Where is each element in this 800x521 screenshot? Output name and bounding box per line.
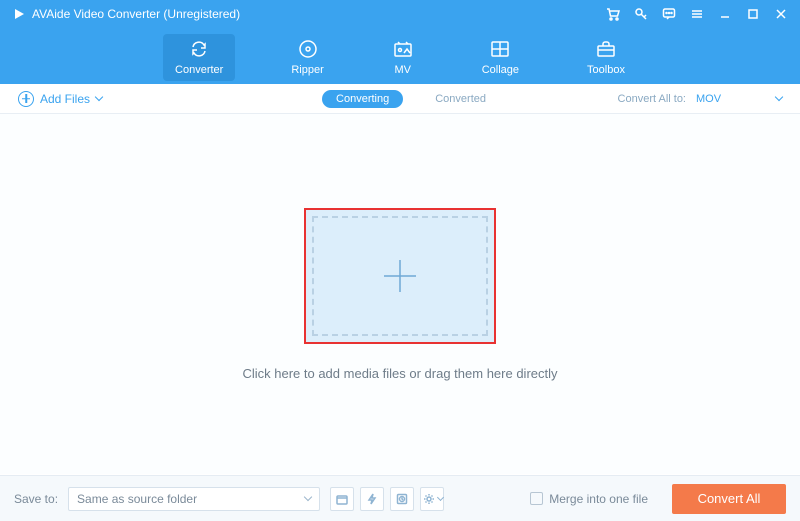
output-format-select[interactable]: MOV	[696, 93, 782, 105]
close-icon[interactable]	[774, 7, 788, 21]
tab-label: Converter	[175, 64, 223, 76]
status-filter: Converting Converted	[322, 90, 500, 108]
tab-mv[interactable]: MV	[380, 34, 426, 81]
minimize-icon[interactable]	[718, 7, 732, 21]
main-tabs: Converter Ripper MV Collage Toolbox	[0, 28, 800, 84]
task-schedule-button[interactable]	[390, 487, 414, 511]
plus-icon	[306, 210, 494, 342]
drop-area: Click here to add media files or drag th…	[0, 114, 800, 474]
chevron-down-icon	[775, 93, 783, 101]
maximize-icon[interactable]	[746, 7, 760, 21]
add-media-dropzone[interactable]	[304, 208, 496, 344]
tab-label: MV	[394, 64, 411, 76]
tab-label: Collage	[482, 64, 519, 76]
tab-converter[interactable]: Converter	[163, 34, 235, 81]
settings-button[interactable]	[420, 487, 444, 511]
tab-label: Ripper	[291, 64, 323, 76]
tab-toolbox[interactable]: Toolbox	[575, 34, 637, 81]
merge-checkbox[interactable]: Merge into one file	[530, 492, 648, 506]
chevron-down-icon	[436, 493, 443, 500]
convert-all-to: Convert All to: MOV	[618, 93, 782, 105]
toolbox-icon	[595, 38, 617, 60]
tab-collage[interactable]: Collage	[470, 34, 531, 81]
tab-ripper[interactable]: Ripper	[279, 34, 335, 81]
checkbox-icon	[530, 492, 543, 505]
open-folder-button[interactable]	[330, 487, 354, 511]
save-to-select[interactable]: Same as source folder	[68, 487, 320, 511]
menu-icon[interactable]	[690, 7, 704, 21]
bottom-bar: Save to: Same as source folder Merge int…	[0, 475, 800, 521]
key-icon[interactable]	[634, 7, 648, 21]
chevron-down-icon	[95, 93, 103, 101]
add-files-button[interactable]: Add Files	[18, 91, 102, 107]
play-logo-icon	[12, 7, 26, 21]
add-files-label: Add Files	[40, 92, 90, 106]
cart-icon[interactable]	[606, 7, 620, 21]
drop-instruction: Click here to add media files or drag th…	[242, 366, 557, 381]
mv-icon	[392, 38, 414, 60]
app-title: AVAide Video Converter (Unregistered)	[32, 7, 240, 21]
plus-circle-icon	[18, 91, 34, 107]
convert-all-button[interactable]: Convert All	[672, 484, 786, 514]
app-logo: AVAide Video Converter (Unregistered)	[12, 7, 240, 21]
chevron-down-icon	[304, 493, 312, 501]
filter-converted[interactable]: Converted	[421, 90, 500, 108]
titlebar-controls	[606, 7, 788, 21]
ripper-icon	[297, 38, 319, 60]
merge-label: Merge into one file	[549, 492, 648, 506]
collage-icon	[489, 38, 511, 60]
convert-all-to-label: Convert All to:	[618, 93, 686, 105]
save-to-label: Save to:	[14, 492, 58, 506]
tab-label: Toolbox	[587, 64, 625, 76]
filter-converting[interactable]: Converting	[322, 90, 403, 108]
titlebar: AVAide Video Converter (Unregistered)	[0, 0, 800, 28]
hardware-accel-button[interactable]	[360, 487, 384, 511]
converter-icon	[188, 38, 210, 60]
quick-tools	[330, 487, 444, 511]
save-to-value: Same as source folder	[77, 492, 197, 506]
feedback-icon[interactable]	[662, 7, 676, 21]
format-value: MOV	[696, 93, 721, 105]
sub-toolbar: Add Files Converting Converted Convert A…	[0, 84, 800, 114]
